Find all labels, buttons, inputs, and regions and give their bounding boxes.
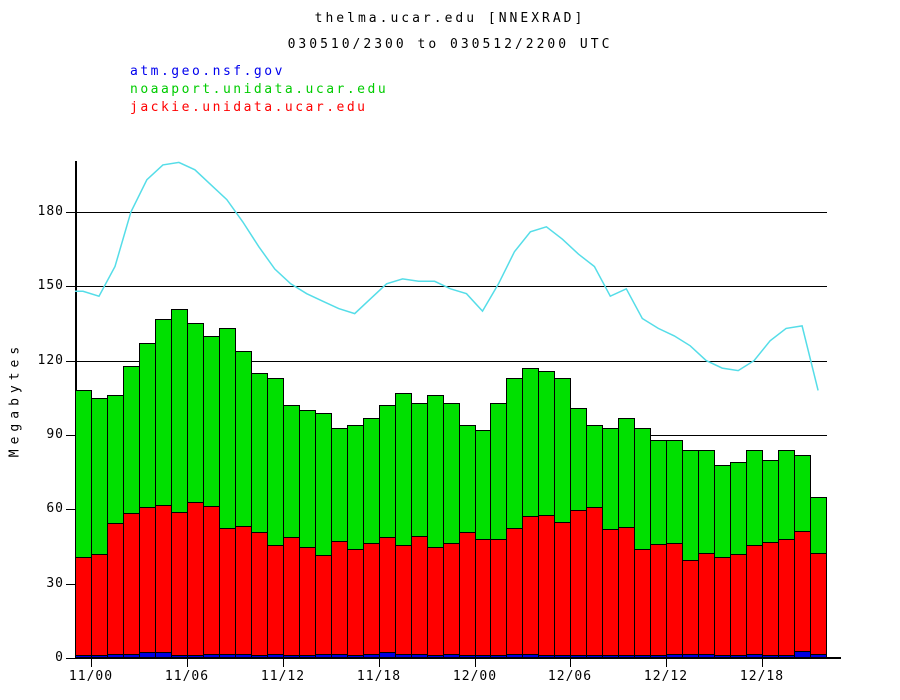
traffic-line-layer [0,0,900,700]
traffic-line [75,162,818,390]
rtstats-chart-page: thelma.ucar.edu [NNEXRAD] 030510/2300 to… [0,0,900,700]
